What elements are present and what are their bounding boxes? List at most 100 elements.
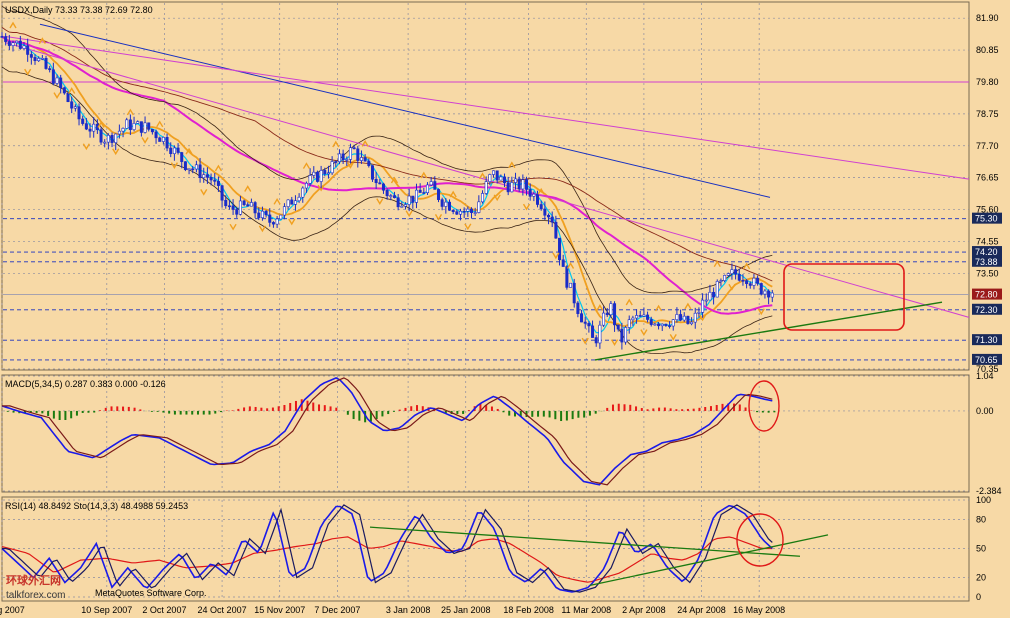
candle-body [616,324,620,330]
macd-panel-title: MACD(5,34,5) 0.287 0.383 0.000 -0.126 [5,379,166,389]
histogram-bar-negative [75,410,78,416]
candle-body [238,200,242,215]
candle-body [301,187,305,198]
candle-body [139,121,143,133]
candle-body [425,184,429,194]
candle-body [690,321,694,325]
candle-body [583,321,587,324]
candle-body [745,280,749,284]
candle-body [275,218,279,225]
candle-body [246,204,250,207]
price-tick-label: 76.65 [976,173,999,183]
histogram-bar-negative [577,410,580,418]
candle-body [29,54,33,58]
candle-body [620,328,624,343]
x-tick-label: 2 Apr 2008 [622,605,666,615]
price-tick-label: 80.85 [976,45,999,55]
candle-body [169,147,173,154]
candle-body [734,269,738,275]
candle-body [48,68,52,71]
histogram-bar-positive [663,407,666,411]
histogram-bar-negative [214,410,217,414]
rsi-tick-label: 100 [976,495,991,505]
histogram-bar-positive [283,404,286,411]
candle-body [767,290,771,298]
histogram-bar-negative [594,410,597,414]
candle-body [183,161,187,170]
candle-body [411,195,415,203]
candle-body [187,168,191,171]
histogram-bar-positive [122,406,125,411]
histogram-bar-positive [416,405,419,411]
histogram-bar-negative [196,410,199,415]
candle-body [367,160,371,166]
histogram-bar-negative [58,410,61,420]
watermark-site: talkforex.com [6,590,65,601]
candle-body [726,273,730,276]
histogram-bar-positive [133,407,136,411]
candle-body [260,210,264,219]
histogram-bar-positive [104,407,107,411]
candle-body [756,277,760,284]
candle-body [605,312,609,316]
candle-body [110,134,114,143]
histogram-bar-negative [208,410,211,415]
histogram-bar-negative [162,410,165,413]
histogram-bar-positive [231,410,234,411]
candle-body [106,134,110,143]
histogram-bar-positive [681,409,684,411]
candle-body [701,299,705,313]
histogram-bar-negative [352,410,355,420]
candle-body [763,290,767,295]
candle-body [682,315,686,321]
histogram-bar-positive [635,406,638,411]
histogram-bar-positive [704,407,707,411]
current-price-label: 72.80 [975,290,998,300]
candle-body [407,195,411,205]
histogram-bar-positive [98,410,101,411]
histogram-bar-negative [35,410,38,413]
main-panel-title: USDX,Daily 73.33 73.38 72.69 72.80 [5,5,153,15]
candle-body [220,185,224,201]
histogram-bar-positive [686,408,689,411]
histogram-bar-positive [652,408,655,411]
x-tick-label: 10 Sep 2007 [81,605,132,615]
candle-body [396,197,400,208]
histogram-bar-positive [698,407,701,411]
candle-body [77,106,81,120]
candle-body [451,209,455,212]
candle-body [143,122,147,133]
histogram-bar-positive [329,406,332,411]
candle-body [528,189,532,197]
candle-body [304,182,308,189]
candle-body [554,221,558,239]
candle-body [627,319,631,328]
candle-body [374,178,378,184]
candle-body [323,170,327,175]
candle-body [264,210,268,216]
histogram-bar-negative [756,410,759,413]
candle-body [591,325,595,338]
usdx-technical-chart: 81.9080.8579.8078.7577.7076.6575.6074.55… [0,1,1002,615]
candle-body [55,77,59,84]
candle-body [400,205,404,208]
rsi-tick-label: 50 [976,544,986,554]
candle-body [194,164,198,170]
candle-body [359,157,363,161]
candle-body [488,174,492,182]
candle-body [308,175,312,184]
histogram-bar-negative [81,410,84,413]
x-tick-label: 15 Nov 2007 [254,605,305,615]
candle-body [73,106,77,109]
candle-body [737,274,741,281]
candle-body [635,315,639,319]
candle-body [675,314,679,320]
candle-body [499,176,503,181]
candle-body [543,208,547,216]
candle-body [128,119,132,130]
candle-body [271,222,275,225]
candle-body [444,201,448,207]
candle-body [495,170,499,181]
histogram-bar-negative [537,410,540,417]
candle-body [759,283,763,295]
